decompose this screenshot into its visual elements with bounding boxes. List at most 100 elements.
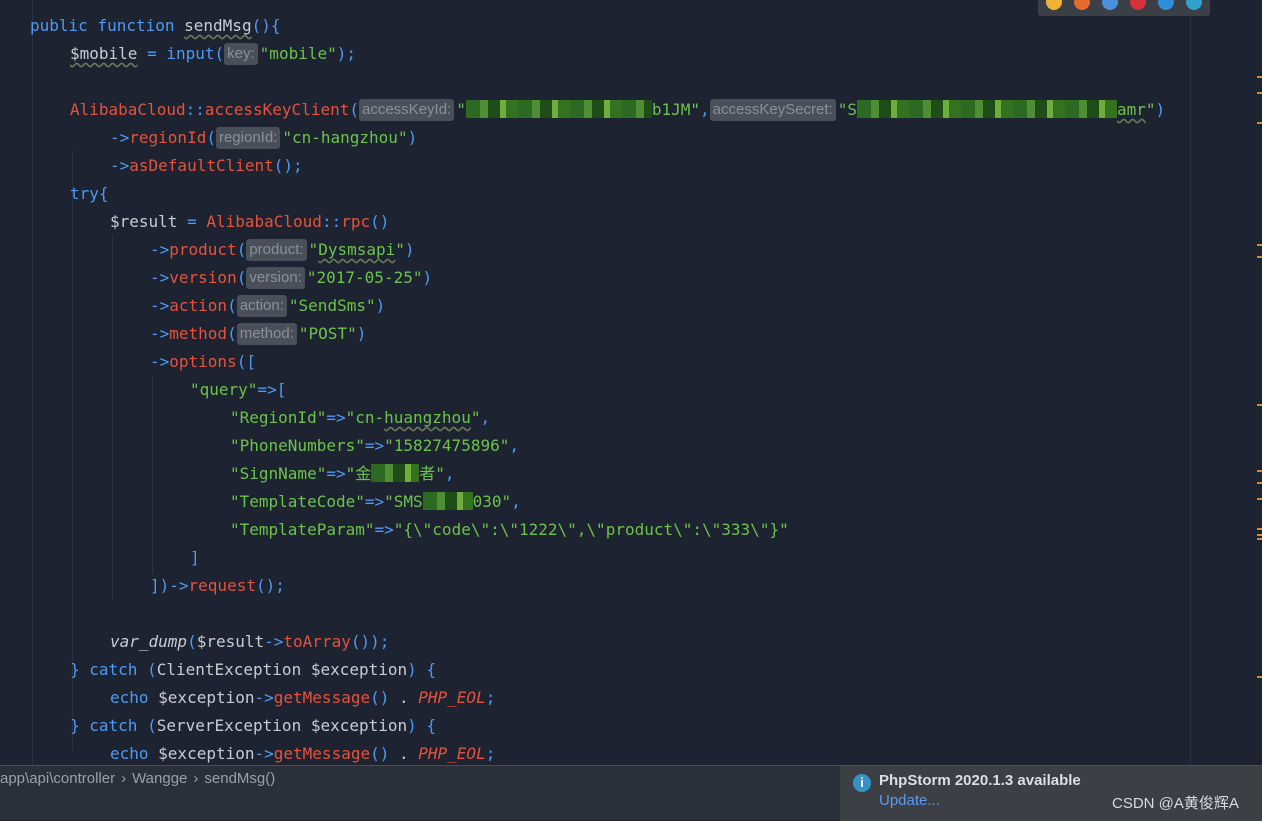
code-line[interactable]: "RegionId"=>"cn-huangzhou", (230, 404, 490, 432)
breadcrumb-item-path[interactable]: app\api\controller (0, 770, 115, 787)
function-call: getMessage (273, 688, 371, 707)
operator: = (137, 44, 167, 63)
scrollbar-marker[interactable] (1257, 528, 1262, 530)
variable: $exception (148, 688, 255, 707)
scrollbar-marker[interactable] (1257, 256, 1262, 258)
punctuation: ) (407, 128, 418, 147)
operator: -> (264, 632, 284, 651)
punctuation: ( (137, 660, 157, 679)
punctuation: (); (273, 156, 303, 175)
string: "{\"code\":\"1222\",\"product\":\"333\"}… (393, 520, 789, 539)
scrollbar-marker[interactable] (1257, 676, 1262, 678)
punctuation: ( (137, 716, 157, 735)
punctuation: ; (485, 744, 496, 763)
operator: -> (110, 128, 130, 147)
opera-icon[interactable] (1130, 0, 1146, 10)
code-line[interactable]: ->options([ (150, 348, 256, 376)
scrollbar-marker[interactable] (1257, 92, 1262, 94)
code-line[interactable]: "TemplateParam"=>"{\"code\":\"1222\",\"p… (230, 516, 789, 544)
code-line[interactable]: ->version(version: "2017-05-25") (150, 264, 432, 292)
scrollbar-marker[interactable] (1257, 470, 1262, 472)
keyword: catch (89, 660, 138, 679)
punctuation: ] (190, 548, 200, 567)
scrollbar-marker[interactable] (1257, 534, 1262, 536)
punctuation: ) (375, 296, 386, 315)
punctuation: , (480, 408, 491, 427)
operator: -> (150, 324, 170, 343)
code-line[interactable]: $result = AlibabaCloud::rpc() (110, 208, 389, 236)
scrollbar-marker[interactable] (1257, 244, 1262, 246)
variable: $result (110, 212, 178, 231)
indent-guide (152, 375, 153, 575)
string: "SendSms" (288, 296, 376, 315)
operator: = (177, 212, 207, 231)
code-line[interactable]: $mobile = input(key: "mobile"); (70, 40, 356, 68)
code-line[interactable]: } catch (ServerException $exception) { (70, 712, 436, 740)
punctuation: ( (206, 128, 216, 147)
keyword: function (97, 16, 175, 35)
update-link[interactable]: Update... (879, 792, 940, 809)
code-line[interactable]: public function sendMsg(){ (30, 12, 280, 40)
breadcrumb-item-class[interactable]: Wangge (132, 770, 187, 787)
string: " (395, 240, 405, 259)
code-line[interactable]: ->product(product: "Dysmsapi") (150, 236, 415, 264)
function-call: toArray (283, 632, 351, 651)
code-line[interactable]: try{ (70, 180, 109, 208)
punctuation: (); (255, 576, 285, 595)
operator: . (389, 688, 419, 707)
keyword: catch (89, 716, 138, 735)
class-name: AlibabaCloud (206, 212, 322, 231)
code-line[interactable]: "PhoneNumbers"=>"15827475896", (230, 432, 519, 460)
scrollbar-marker[interactable] (1257, 538, 1262, 540)
scrollbar-marker[interactable] (1257, 498, 1262, 500)
string: "SignName" (230, 464, 327, 483)
code-line[interactable]: ->method(method: "POST") (150, 320, 366, 348)
code-line[interactable]: ->asDefaultClient(); (110, 152, 303, 180)
watermark: CSDN @A黄俊辉A (1112, 795, 1239, 812)
code-line[interactable]: ])->request(); (150, 572, 285, 600)
code-line[interactable]: } catch (ClientException $exception) { (70, 656, 436, 684)
punctuation: ( (236, 240, 247, 259)
ie-icon[interactable] (1158, 0, 1174, 10)
string: "TemplateParam" (230, 520, 375, 539)
punctuation: () (370, 212, 390, 231)
firefox-icon[interactable] (1074, 0, 1090, 10)
code-line[interactable]: AlibabaCloud::accessKeyClient(accessKeyI… (70, 96, 1165, 124)
scrollbar-marker[interactable] (1257, 76, 1262, 78)
punctuation: ( (227, 296, 237, 315)
code-line[interactable]: echo $exception->getMessage() . PHP_EOL; (110, 684, 495, 712)
scrollbar-marker[interactable] (1257, 122, 1262, 124)
parameter-hint: product: (246, 239, 307, 261)
function-call: rpc (341, 212, 371, 231)
scrollbar-marker[interactable] (1257, 482, 1262, 484)
code-line[interactable]: "SignName"=>"金 者", (230, 460, 455, 488)
code-line[interactable]: "TemplateCode"=>"SMS 030", (230, 488, 521, 516)
function-call: request (188, 576, 256, 595)
code-line[interactable]: ] (190, 544, 200, 572)
punctuation: ([ (236, 352, 256, 371)
parameter-hint: accessKeyId: (359, 99, 455, 121)
code-line[interactable]: var_dump($result->toArray()); (110, 628, 389, 656)
code-editor[interactable]: public function sendMsg(){ $mobile = inp… (0, 0, 1262, 765)
punctuation: , (444, 464, 455, 483)
edge-icon[interactable] (1186, 0, 1202, 10)
punctuation: ) (422, 268, 433, 287)
operator: :: (185, 100, 205, 119)
string: amr (1117, 100, 1146, 119)
function-call: var_dump (110, 632, 188, 651)
safari-icon[interactable] (1102, 0, 1118, 10)
code-line[interactable]: ->regionId(regionId: "cn-hangzhou") (110, 124, 417, 152)
parameter-hint: method: (236, 323, 297, 345)
scrollbar-marker[interactable] (1257, 404, 1262, 406)
code-line[interactable]: echo $exception->getMessage() . PHP_EOL; (110, 740, 495, 765)
function-call: options (169, 352, 237, 371)
keyword: public (30, 16, 88, 35)
punctuation: ]) (150, 576, 170, 595)
breadcrumb-item-method[interactable]: sendMsg() (204, 770, 275, 787)
function-name: sendMsg (184, 16, 252, 35)
code-line[interactable]: ->action(action: "SendSms") (150, 292, 385, 320)
code-line[interactable]: "query"=>[ (190, 376, 286, 404)
chrome-icon[interactable] (1046, 0, 1062, 10)
class-name: ServerException (156, 716, 302, 735)
chevron-right-icon: › (121, 770, 127, 787)
